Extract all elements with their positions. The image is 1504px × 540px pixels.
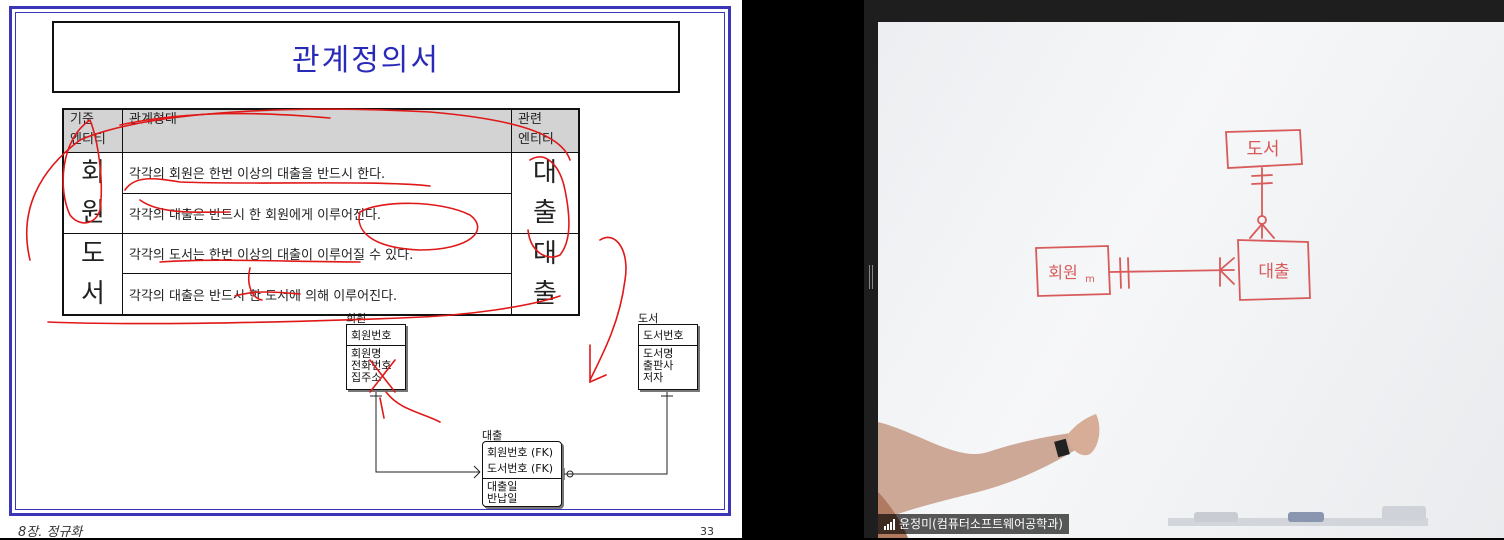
slide-page-number: 33 [700,525,714,538]
speaker-name-tag: 윤정미(컴퓨터소프트웨어공학과) [878,514,1069,534]
black-gap [742,0,864,538]
resize-handle-icon[interactable] [869,265,873,289]
signal-bars-icon [884,518,895,530]
shared-slide: 관계정의서 기준 엔티티 관계형태 관련 엔티티 회 원 각각의 회원은 한번 … [0,0,742,540]
video-topbar [864,0,1504,22]
whiteboard-drawing: 도서 회원 m 대출 [878,129,1428,538]
speaker-name: 윤정미(컴퓨터소프트웨어공학과) [899,517,1063,531]
whiteboard-member-label: 회원 [1048,263,1077,282]
pen-annotations [26,108,627,423]
speaker-video[interactable]: 도서 회원 m 대출 [878,22,1504,538]
whiteboard-loan-label: 대출 [1258,262,1289,282]
whiteboard-member-suffix: m [1085,274,1095,285]
slide-footer-chapter: 8장. 정규화 [18,525,83,540]
whiteboard-book-label: 도서 [1246,139,1279,160]
